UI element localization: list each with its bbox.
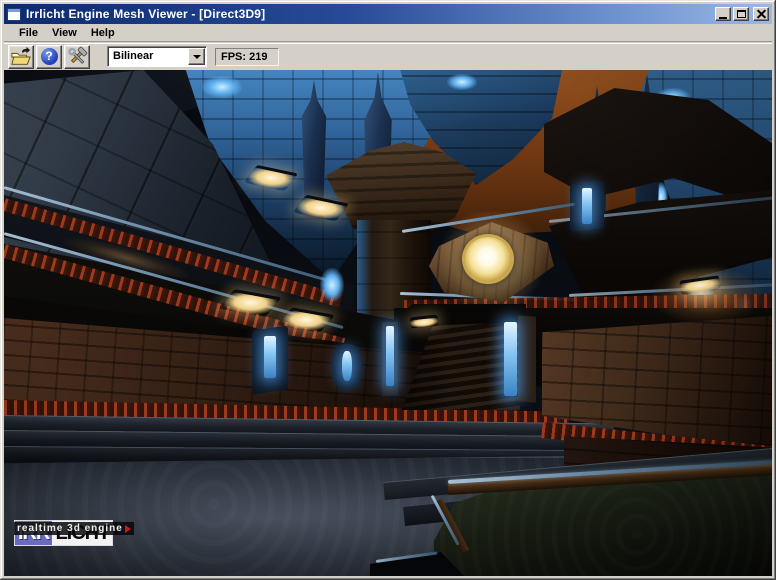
minimize-icon	[719, 16, 727, 19]
app-icon	[7, 7, 21, 21]
maximize-icon	[736, 10, 746, 18]
chevron-down-icon	[192, 54, 201, 59]
maximize-button[interactable]	[733, 7, 749, 21]
help-button[interactable]: ?	[36, 44, 62, 69]
vignette	[4, 70, 772, 576]
toolset-button[interactable]	[64, 44, 90, 69]
minimize-button[interactable]	[715, 7, 731, 21]
texture-filter-select[interactable]: Bilinear	[107, 46, 207, 67]
logo-arrow-icon	[124, 524, 131, 533]
title-bar[interactable]: Irrlicht Engine Mesh Viewer - [Direct3D9…	[4, 4, 772, 24]
app-window: Irrlicht Engine Mesh Viewer - [Direct3D9…	[0, 0, 776, 580]
open-folder-icon	[11, 46, 31, 65]
tools-icon	[68, 46, 88, 64]
logo-tagline-text: realtime 3d engine	[17, 523, 123, 534]
fps-display: FPS: 219	[215, 47, 279, 66]
close-icon	[757, 10, 766, 18]
menu-view[interactable]: View	[45, 25, 84, 41]
logo-tagline: realtime 3d engine	[14, 522, 134, 535]
toolbar: ? Bilinear FPS: 219	[4, 43, 772, 70]
menu-help[interactable]: Help	[84, 25, 122, 41]
viewport-3d[interactable]: IRR LICHT realtime 3d engine	[4, 70, 772, 576]
open-model-button[interactable]	[8, 44, 34, 69]
combo-dropdown-button[interactable]	[188, 48, 205, 65]
close-button[interactable]	[753, 7, 769, 21]
help-icon: ?	[40, 48, 58, 65]
menu-file[interactable]: File	[12, 25, 45, 41]
menu-bar: File View Help	[4, 24, 772, 42]
texture-filter-value: Bilinear	[113, 50, 154, 62]
window-title: Irrlicht Engine Mesh Viewer - [Direct3D9…	[26, 7, 266, 21]
